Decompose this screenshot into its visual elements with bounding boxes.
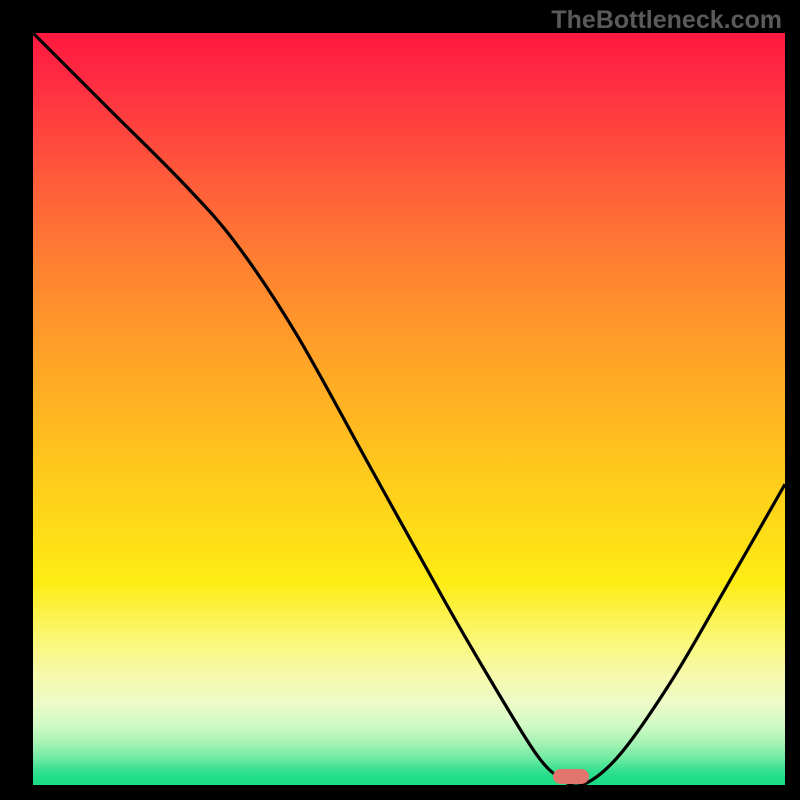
chart-container: TheBottleneck.com <box>0 0 800 800</box>
bottleneck-curve-line <box>33 33 785 785</box>
plot-area <box>33 33 785 785</box>
watermark-text: TheBottleneck.com <box>551 6 782 35</box>
minimum-marker <box>553 769 589 784</box>
curve-svg <box>33 33 785 785</box>
